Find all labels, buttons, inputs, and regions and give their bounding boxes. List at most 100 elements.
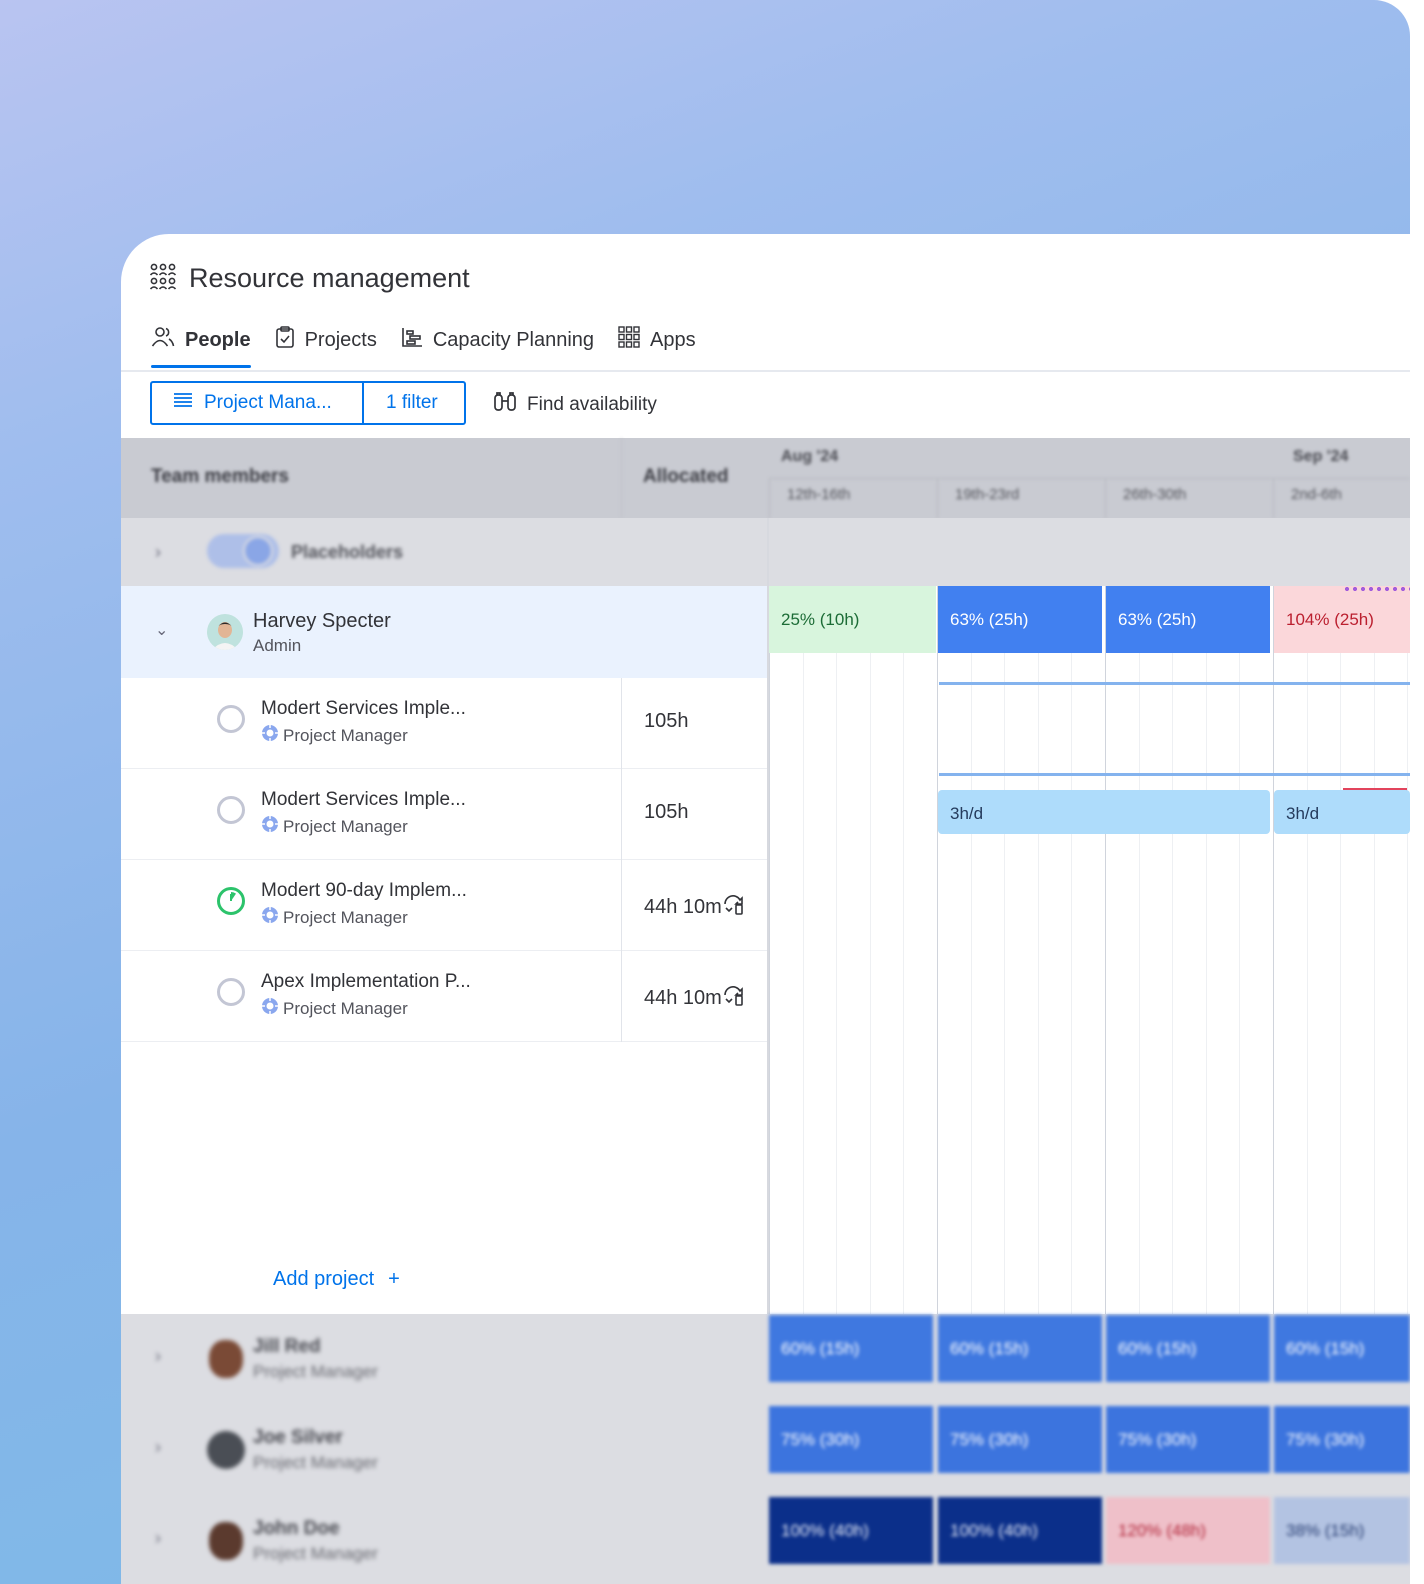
member-row-joe[interactable]: › Joe Silver Project Manager — [121, 1405, 769, 1496]
placeholders-row[interactable]: › Placeholders — [121, 518, 769, 586]
project-role-label: Project Manager — [283, 998, 408, 1018]
week-divider — [937, 478, 938, 518]
allocated-value: 44h 10m — [644, 895, 722, 918]
binoculars-icon — [493, 392, 517, 418]
allocated-cell: 105h — [621, 678, 769, 769]
week-label: 19th-23rd — [955, 486, 1020, 503]
weekly-allocation-bar[interactable]: 75% (30h) — [1274, 1406, 1410, 1473]
avatar — [207, 1431, 245, 1469]
tab-projects-label: Projects — [304, 328, 377, 351]
resource-grid: Team members Allocated Aug '24 Sep '24 1… — [121, 438, 1410, 1584]
placeholders-row-content: › Placeholders — [121, 518, 769, 586]
allocated-value: 44h 10m — [644, 986, 722, 1009]
month-label: Sep '24 — [1293, 448, 1349, 465]
tab-projects[interactable]: Projects — [275, 326, 377, 368]
week-label: 12th-16th — [787, 486, 851, 503]
status-in-progress-icon[interactable] — [217, 887, 245, 915]
weekly-allocation-bar[interactable]: 75% (30h) — [1106, 1406, 1270, 1473]
weekly-allocation-bar[interactable]: 60% (15h) — [938, 1315, 1102, 1382]
grid-header: Team members Allocated Aug '24 Sep '24 1… — [121, 438, 1410, 518]
recurring-user-icon[interactable] — [722, 983, 746, 1013]
member-name: Jill Red — [253, 1336, 321, 1357]
role-badge-icon — [261, 724, 279, 747]
tab-people[interactable]: People — [151, 326, 251, 368]
add-project-row: Add project + — [121, 1246, 769, 1314]
avatar — [209, 1340, 243, 1378]
project-row[interactable]: Apex Implementation P... Project Manager… — [121, 951, 769, 1042]
tab-bar: People Projects Capacity Planning Apps — [151, 326, 696, 368]
chevron-right-icon[interactable]: › — [155, 1437, 161, 1458]
hours-per-day-pill[interactable]: 3h/d — [1274, 790, 1410, 834]
weekly-allocation-bar[interactable]: 60% (15h) — [1274, 1315, 1410, 1382]
member-name: Joe Silver — [253, 1427, 343, 1448]
role-badge-icon — [261, 906, 279, 929]
allocated-value-wrap: 44h 10m — [644, 892, 746, 922]
placeholder-avatar-icon — [243, 536, 273, 566]
project-role: Project Manager — [261, 815, 408, 838]
apps-grid-icon — [618, 326, 640, 354]
filter-group: Project Mana... 1 filter — [150, 381, 466, 425]
member-row-jill[interactable]: › Jill Red Project Manager — [121, 1314, 769, 1405]
project-timeline-line — [939, 682, 1410, 685]
header-divider — [769, 478, 1410, 479]
weekly-allocation-bar[interactable]: 60% (15h) — [1106, 1315, 1270, 1382]
project-row[interactable]: Modert Services Imple... Project Manager… — [121, 678, 769, 769]
member-name: John Doe — [253, 1518, 340, 1539]
weekly-allocation-bar[interactable]: 75% (30h) — [938, 1406, 1102, 1473]
member-role: Project Manager — [253, 1362, 378, 1381]
project-timeline-line — [939, 773, 1410, 776]
app-header: Resource management — [149, 262, 470, 295]
project-row[interactable]: Modert Services Imple... Project Manager… — [121, 769, 769, 860]
allocated-value-wrap: 44h 10m — [644, 983, 746, 1013]
find-availability-button[interactable]: Find availability — [493, 392, 657, 418]
hours-per-day-pill[interactable]: 3h/d — [938, 790, 1270, 834]
weekly-allocation-bar[interactable]: 120% (48h) — [1106, 1497, 1270, 1564]
status-not-started-icon[interactable] — [217, 796, 245, 824]
chevron-right-icon[interactable]: › — [155, 1346, 161, 1367]
recurring-user-icon[interactable] — [722, 892, 746, 922]
list-icon — [174, 392, 192, 414]
weekly-allocation-bar[interactable]: 75% (30h) — [769, 1406, 933, 1473]
chevron-right-icon[interactable]: › — [155, 1528, 161, 1549]
weekly-allocation-bar[interactable]: 63% (25h) — [938, 586, 1102, 653]
member-role: Project Manager — [253, 1453, 378, 1472]
week-label: 2nd-6th — [1291, 486, 1342, 503]
member-row-harvey[interactable]: ⌄ Harvey Specter Admin — [121, 586, 769, 678]
weekly-allocation-bar[interactable]: 63% (25h) — [1106, 586, 1270, 653]
view-selector-label: Project Mana... — [204, 392, 332, 413]
filter-label: 1 filter — [386, 392, 438, 413]
role-badge-icon — [261, 815, 279, 838]
member-row-john[interactable]: › John Doe Project Manager — [121, 1496, 769, 1584]
project-role: Project Manager — [261, 724, 408, 747]
chevron-down-icon[interactable]: ⌄ — [155, 620, 168, 640]
week-divider — [1273, 478, 1274, 518]
weekly-allocation-bar[interactable]: 104% (25h) — [1274, 586, 1410, 653]
weekly-allocation-bar[interactable]: 25% (10h) — [769, 586, 936, 653]
people-icon — [151, 326, 175, 354]
weekly-allocation-bar[interactable]: 100% (40h) — [938, 1497, 1102, 1564]
view-selector-button[interactable]: Project Mana... — [152, 383, 364, 423]
project-title: Modert 90-day Implem... — [261, 880, 467, 901]
weekly-allocation-bar[interactable]: 100% (40h) — [769, 1497, 933, 1564]
status-not-started-icon[interactable] — [217, 978, 245, 1006]
add-project-label: Add project — [273, 1268, 375, 1290]
weekly-allocation-bar[interactable]: 60% (15h) — [769, 1315, 933, 1382]
project-role: Project Manager — [261, 906, 408, 929]
tab-capacity-planning[interactable]: Capacity Planning — [401, 327, 594, 367]
placeholders-timeline — [769, 518, 1410, 586]
filter-button[interactable]: 1 filter — [364, 383, 460, 423]
allocated-cell: 44h 10m — [621, 951, 769, 1042]
overallocation-marker — [1343, 586, 1410, 592]
tab-capacity-planning-label: Capacity Planning — [432, 328, 595, 351]
chevron-right-icon[interactable]: › — [155, 542, 161, 563]
member-row-content: › Jill Red Project Manager — [121, 1314, 769, 1405]
project-row[interactable]: Modert 90-day Implem... Project Manager … — [121, 860, 769, 951]
status-not-started-icon[interactable] — [217, 705, 245, 733]
weekly-allocation-bar[interactable]: 38% (15h) — [1274, 1497, 1410, 1564]
week-divider — [769, 478, 770, 518]
avatar — [207, 614, 243, 650]
add-project-button[interactable]: Add project + — [273, 1268, 400, 1291]
page-title: Resource management — [189, 263, 470, 293]
tab-apps[interactable]: Apps — [618, 326, 696, 368]
capacity-icon — [401, 327, 423, 353]
